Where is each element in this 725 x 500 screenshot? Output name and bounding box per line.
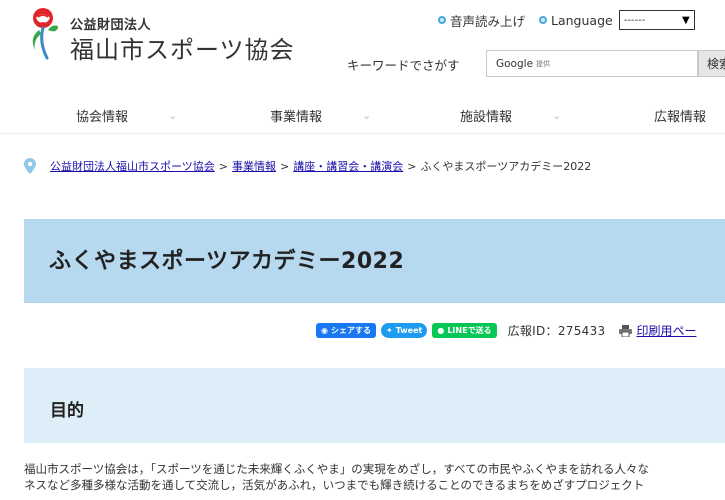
chevron-down-icon: ⌄ [552, 109, 562, 122]
facebook-icon: ◉ [321, 326, 328, 335]
bullet-icon [539, 16, 548, 24]
google-brand: Google [496, 57, 534, 70]
section-body: 福山市スポーツ協会は，「スポーツを通じた未来輝くふくやま」の実現をめざし，すべて… [24, 461, 725, 493]
org-name-title[interactable]: 福山市スポーツ協会 [70, 30, 295, 65]
nav-item-business[interactable]: 事業情報 ⌄ [270, 106, 371, 125]
site-header: 公益財団法人 福山市スポーツ協会 音声読み上げ Language ------ … [0, 0, 725, 92]
utility-bar: 音声読み上げ Language ------ ▼ [438, 10, 695, 30]
breadcrumb: 公益財団法人福山市スポーツ協会 > 事業情報 > 講座・講習会・講演会 > ふく… [24, 158, 591, 174]
map-pin-icon [24, 158, 36, 174]
bullet-icon [438, 16, 446, 24]
breadcrumb-current: ふくやまスポーツアカデミー2022 [420, 160, 592, 173]
body-line: ネスなど多種多様な活動を通して交流し，活気があふれ，いつまでも輝き続けることので… [24, 478, 645, 492]
nav-item-label: 協会情報 [76, 110, 129, 125]
language-label-item: Language [539, 13, 613, 28]
chevron-down-icon: ⌄ [362, 109, 372, 122]
print-page-link[interactable]: 印刷用ペー [636, 322, 696, 339]
line-share-button[interactable]: ● LINEで送る [432, 323, 497, 338]
language-selected-value: ------ [623, 14, 646, 26]
koho-id: 広報ID：275433 [507, 324, 606, 338]
nav-item-facilities[interactable]: 施設情報 ⌄ [460, 106, 561, 125]
twitter-bird-icon: ✦ [385, 326, 393, 335]
language-label: Language [551, 12, 613, 28]
line-chat-icon: ● [437, 326, 445, 335]
section-header-purpose: 目的 [24, 368, 725, 443]
share-row: ◉ シェアする ✦ Tweet ● LINEで送る 広報ID：275433 印刷… [316, 322, 696, 339]
page-title: ふくやまスポーツアカデミー2022 [49, 249, 405, 274]
facebook-share-label: シェアする [330, 326, 371, 335]
breadcrumb-separator: > [280, 159, 290, 173]
search-provided-label: 提供 [536, 59, 551, 68]
rose-logo-icon[interactable] [24, 6, 62, 62]
main-nav: 協会情報 ⌄ 事業情報 ⌄ 施設情報 ⌄ 広報情報 [0, 96, 725, 134]
page-title-banner: ふくやまスポーツアカデミー2022 [24, 219, 725, 303]
body-line: 福山市スポーツ協会は，「スポーツを通じた未来輝くふくやま」の実現をめざし，すべて… [24, 462, 650, 476]
facebook-share-button[interactable]: ◉ シェアする [316, 323, 376, 338]
section-heading: 目的 [50, 401, 84, 421]
printer-icon [619, 324, 633, 337]
twitter-tweet-button[interactable]: ✦ Tweet [380, 323, 428, 338]
nav-item-publicity[interactable]: 広報情報 [654, 106, 706, 125]
language-select[interactable]: ------ ▼ [618, 10, 695, 30]
search-input[interactable]: Google 提供 [486, 50, 698, 77]
nav-item-label: 事業情報 [270, 110, 323, 125]
breadcrumb-separator: > [407, 159, 417, 173]
search-button[interactable]: 検索 [698, 50, 725, 77]
breadcrumb-separator: > [218, 159, 228, 173]
breadcrumb-link-home[interactable]: 公益財団法人福山市スポーツ協会 [50, 158, 215, 174]
nav-item-label: 広報情報 [654, 110, 707, 125]
voice-reading-label: 音声読み上げ [450, 13, 526, 29]
chevron-down-icon: ⌄ [168, 109, 178, 122]
line-share-label: LINEで送る [447, 326, 492, 335]
breadcrumb-link-lectures[interactable]: 講座・講習会・講演会 [293, 158, 403, 174]
chevron-down-icon: ▼ [682, 14, 690, 26]
voice-reading-link[interactable]: 音声読み上げ [438, 11, 525, 30]
search-label: キーワードでさがす [347, 58, 460, 73]
tweet-label: Tweet [395, 326, 423, 335]
print-link[interactable]: 印刷用ペー [619, 322, 696, 339]
nav-item-association[interactable]: 協会情報 ⌄ [76, 106, 177, 125]
nav-item-label: 施設情報 [460, 110, 513, 125]
breadcrumb-link-business[interactable]: 事業情報 [232, 158, 276, 174]
